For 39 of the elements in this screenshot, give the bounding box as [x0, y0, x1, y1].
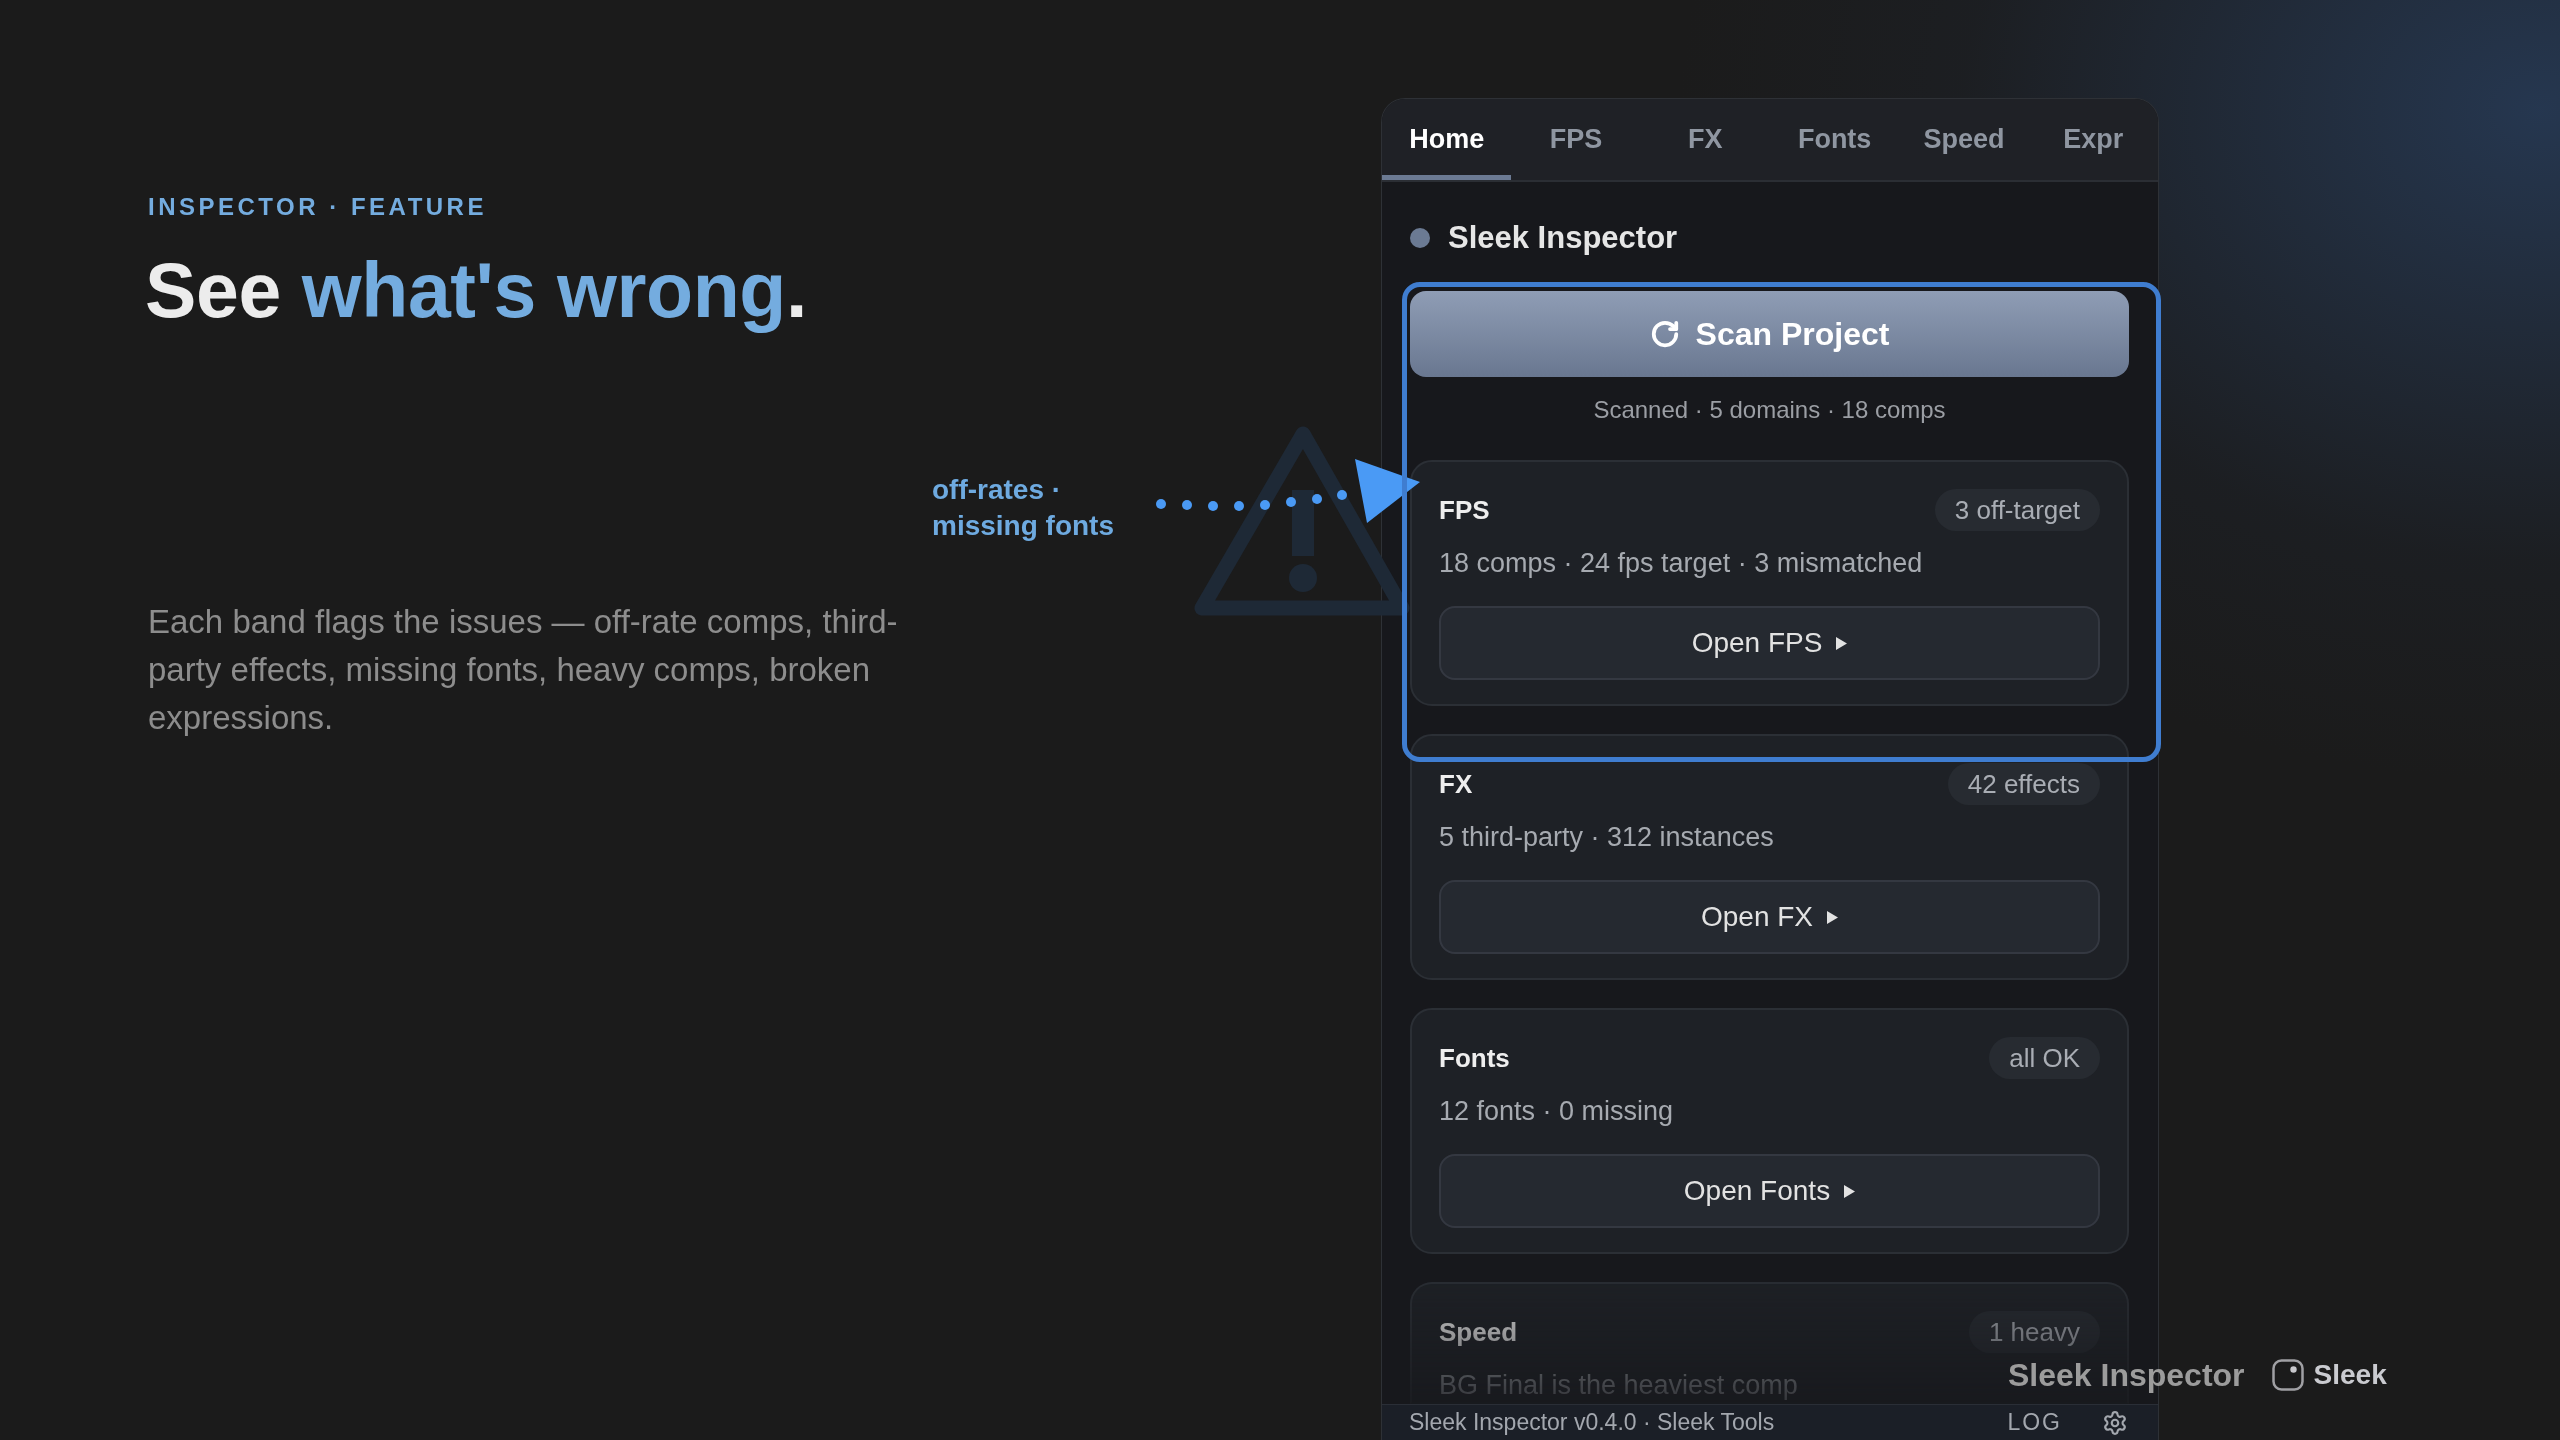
card-title: FX [1439, 767, 1473, 800]
caret-icon [1827, 910, 1839, 924]
status-dot-icon [1410, 228, 1430, 248]
tab[interactable]: FPS [1511, 99, 1641, 180]
count-badge: 42 effects [1947, 762, 2100, 805]
tab[interactable]: Speed [1899, 99, 2029, 180]
settings-icon[interactable] [2102, 1409, 2128, 1436]
refresh-icon [1649, 319, 1680, 349]
open-button[interactable]: Open FX [1439, 880, 2100, 954]
tab[interactable]: Home [1382, 99, 1512, 180]
tab[interactable]: Fonts [1770, 99, 1900, 180]
tab[interactable]: FX [1640, 99, 1770, 180]
panel-title: Sleek Inspector [1448, 219, 1678, 257]
card-title: Fonts [1439, 1041, 1510, 1074]
log-button[interactable]: LOG [2007, 1409, 2062, 1436]
caret-icon [1836, 636, 1848, 650]
card-summary: 12 fonts · 0 missing [1439, 1096, 1674, 1126]
callout-text: off-rates · missing fonts [932, 473, 1115, 543]
logo-text: Sleek [2313, 1358, 2387, 1392]
count-badge: all OK [1989, 1036, 2100, 1079]
headline: See what's wrong. [145, 246, 807, 335]
card-title: Speed [1439, 1315, 1518, 1348]
card-summary: 5 third-party · 312 instances [1439, 822, 1774, 852]
caret-icon [1844, 1184, 1856, 1198]
open-button[interactable]: Open Fonts [1439, 1154, 2100, 1228]
count-badge: 3 off-target [1934, 488, 2100, 531]
logo-icon [2271, 1359, 2304, 1391]
version-text: Sleek Inspector v0.4.0 · Sleek Tools [1409, 1409, 1775, 1436]
card-title: FPS [1439, 493, 1490, 526]
product-name: Sleek Inspector [2008, 1356, 2245, 1394]
description-text: Each band flags the issues — off-rate comps, third-party effects, missing fonts, heavy comps, broken expressions. [148, 602, 899, 738]
scan-summary: Scanned · 5 domains · 18 comps [1593, 398, 1946, 422]
eyebrow-text: INSPECTOR · FEATURE [148, 192, 487, 222]
open-button[interactable]: Open FPS [1439, 606, 2100, 680]
tab[interactable]: Expr [2028, 99, 2158, 180]
scan-button[interactable]: Scan Project [1410, 291, 2129, 377]
card-summary: 18 comps · 24 fps target · 3 mismatched [1439, 548, 1923, 578]
warning-icon [1194, 424, 1410, 618]
count-badge: 1 heavy [1968, 1310, 2100, 1353]
